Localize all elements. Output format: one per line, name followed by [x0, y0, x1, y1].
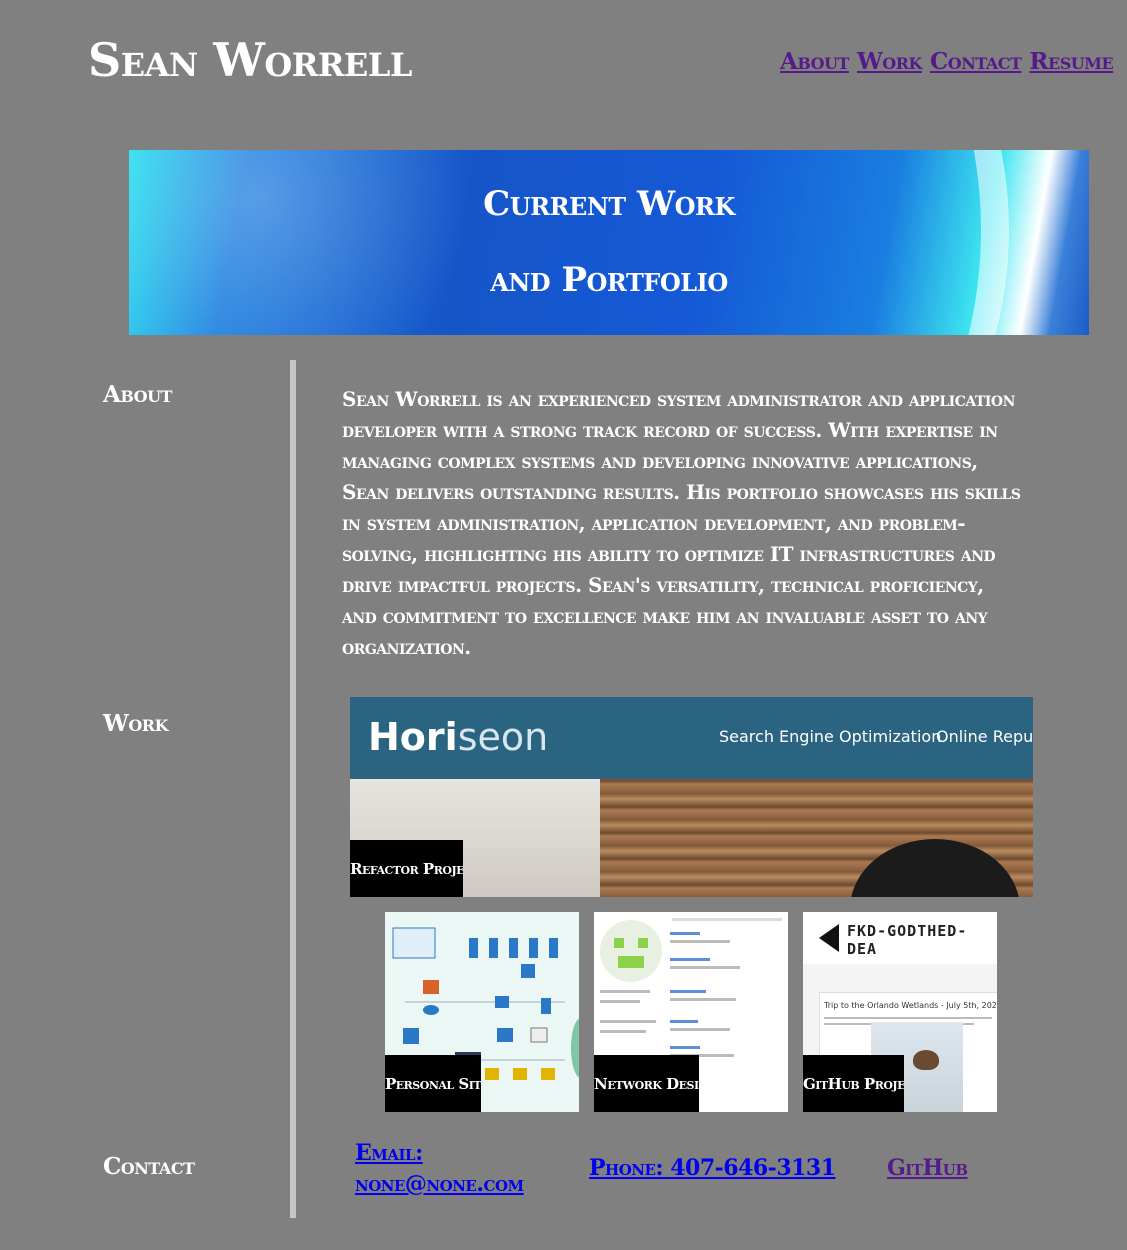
hero-banner: Current Work and Portfolio: [129, 150, 1089, 335]
section-label-contact: Contact: [103, 1153, 195, 1180]
phone-link[interactable]: Phone: 407-646-3131: [589, 1153, 836, 1184]
thumbnail-caption: GitHub Project: [803, 1055, 904, 1112]
speaker-icon: [819, 924, 839, 952]
hero-arc: [309, 150, 1009, 335]
thumbnail-personal-sites[interactable]: Personal Sites: [385, 912, 579, 1112]
nav-link-work[interactable]: Work: [857, 48, 922, 75]
email-link[interactable]: Email: none@none.com: [355, 1138, 525, 1200]
screenshot-header: Horiseon Search Engine Optimization Onli…: [350, 697, 1033, 779]
site-title: Sean Worrell: [88, 33, 412, 87]
nav-link-resume[interactable]: Resume: [1029, 48, 1113, 75]
logo-light: seon: [457, 715, 549, 759]
thumbnail-caption: Network Design: [594, 1055, 699, 1112]
thumbnail-network-design[interactable]: Network Design: [594, 912, 788, 1112]
nav-link-contact[interactable]: Contact: [930, 48, 1022, 75]
section-label-about: About: [103, 381, 172, 408]
logo-bold: Hori: [368, 715, 458, 759]
hero-heading-line2: and Portfolio: [490, 260, 728, 300]
thumbnail-github-project[interactable]: FKD-GODTHED-DEA Trip to the Orlando Wetl…: [803, 912, 997, 1112]
horiseon-logo: Horiseon: [368, 715, 548, 759]
top-nav: About Work Contact Resume: [780, 44, 1114, 78]
about-paragraph: Sean Worrell is an experienced system ad…: [342, 387, 1021, 659]
featured-caption: Refactor Project: [350, 840, 463, 897]
featured-project-card[interactable]: Horiseon Search Engine Optimization Onli…: [350, 697, 1033, 897]
github-link[interactable]: GitHub: [887, 1153, 968, 1184]
thumbnail-caption: Personal Sites: [385, 1055, 481, 1112]
blog-title: FKD-GODTHED-DEA: [847, 922, 968, 958]
screenshot-nav-reputation: Online Reputa: [936, 727, 1033, 746]
blog-header: FKD-GODTHED-DEA: [803, 912, 997, 964]
bird-image: [913, 1050, 939, 1070]
screenshot-person: [850, 839, 1020, 897]
hero-heading-line1: Current Work: [483, 184, 735, 224]
blog-post-title: Trip to the Orlando Wetlands - July 5th,…: [824, 1001, 997, 1010]
screenshot-nav-seo: Search Engine Optimization: [719, 727, 942, 746]
github-profile-image: [600, 920, 662, 982]
nav-link-about[interactable]: About: [780, 48, 849, 75]
section-label-work: Work: [103, 710, 168, 737]
vertical-divider: [290, 360, 296, 1218]
